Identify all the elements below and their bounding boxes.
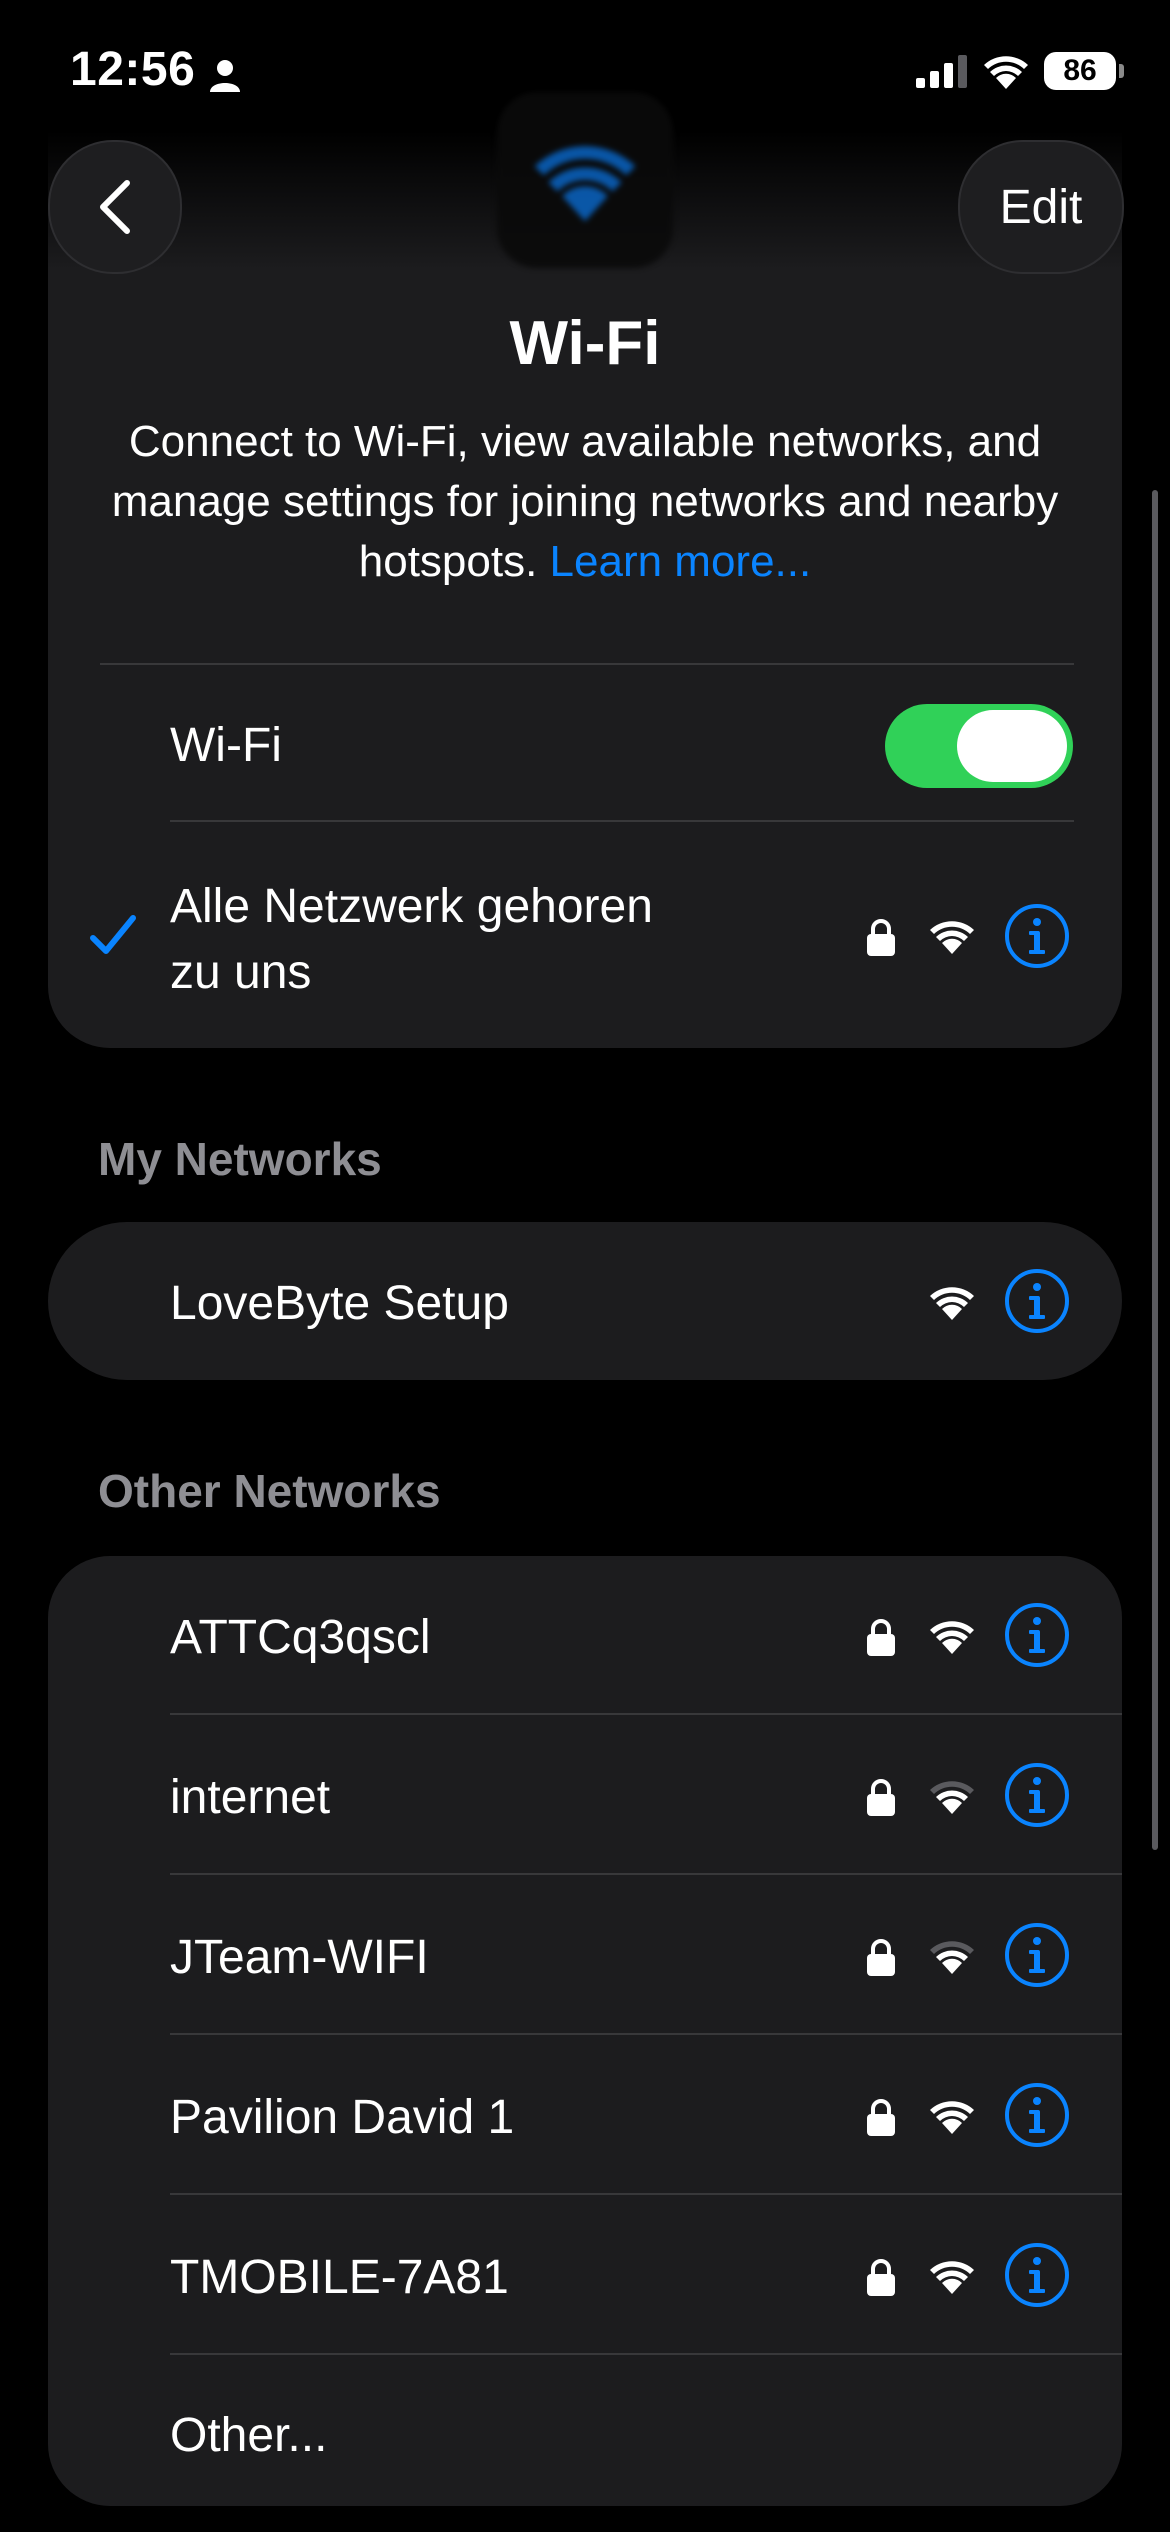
wifi-app-icon bbox=[497, 92, 673, 268]
lock-icon bbox=[867, 1939, 895, 1976]
wifi-signal-icon bbox=[930, 2101, 974, 2134]
person-icon bbox=[210, 60, 240, 92]
back-button[interactable] bbox=[48, 140, 182, 274]
chevron-left-icon bbox=[100, 180, 130, 234]
status-indicators: 86 bbox=[916, 52, 1124, 90]
info-icon[interactable] bbox=[1004, 1762, 1070, 1828]
wifi-status-icon bbox=[984, 56, 1028, 89]
edit-button[interactable]: Edit bbox=[958, 140, 1124, 274]
page-title: Wi-Fi bbox=[509, 309, 661, 378]
wifi-signal-icon bbox=[930, 1941, 974, 1974]
wifi-signal-icon bbox=[930, 1781, 974, 1814]
network-name: ATTCq3qscl bbox=[170, 1611, 431, 1664]
wifi-signal-icon bbox=[930, 1621, 974, 1654]
my-networks-header: My Networks bbox=[98, 1133, 382, 1185]
network-name: Pavilion David 1 bbox=[170, 2091, 515, 2144]
connected-network-name: Alle Netzwerk gehoren zu uns bbox=[170, 874, 653, 1006]
network-name: TMOBILE-7A81 bbox=[170, 2251, 509, 2304]
lock-icon bbox=[867, 1779, 895, 1816]
network-name: JTeam-WIFI bbox=[170, 1931, 429, 1984]
page-description: Connect to Wi-Fi, view available network… bbox=[100, 412, 1070, 592]
info-icon[interactable] bbox=[1004, 1922, 1070, 1988]
scrollbar[interactable] bbox=[1152, 490, 1158, 1850]
connected-network-name-line2: zu uns bbox=[170, 946, 312, 999]
info-icon[interactable] bbox=[1004, 903, 1070, 969]
wifi-signal-icon bbox=[930, 921, 974, 954]
divider bbox=[100, 663, 1074, 665]
lock-icon bbox=[867, 2099, 895, 2136]
info-icon[interactable] bbox=[1004, 1268, 1070, 1334]
info-icon[interactable] bbox=[1004, 1602, 1070, 1668]
info-icon[interactable] bbox=[1004, 2082, 1070, 2148]
other-networks-header: Other Networks bbox=[98, 1465, 441, 1517]
other-network-label: Other... bbox=[170, 2409, 328, 2462]
learn-more-link[interactable]: Learn more... bbox=[550, 537, 812, 586]
lock-icon bbox=[867, 919, 895, 956]
cellular-signal-icon bbox=[916, 55, 967, 88]
connected-network-name-line1: Alle Netzwerk gehoren bbox=[170, 880, 653, 933]
network-name: LoveByte Setup bbox=[170, 1277, 509, 1330]
lock-icon bbox=[867, 2259, 895, 2296]
network-name: internet bbox=[170, 1771, 331, 1824]
checkmark-icon bbox=[90, 915, 136, 954]
battery-indicator: 86 bbox=[1044, 52, 1124, 90]
lock-icon bbox=[867, 1619, 895, 1656]
wifi-toggle[interactable] bbox=[885, 704, 1073, 788]
wifi-signal-icon bbox=[930, 2261, 974, 2294]
wifi-signal-icon bbox=[930, 1287, 974, 1320]
status-time: 12:56 bbox=[70, 43, 196, 96]
wifi-toggle-label: Wi-Fi bbox=[170, 719, 282, 772]
toggle-knob bbox=[957, 710, 1067, 782]
info-icon[interactable] bbox=[1004, 2242, 1070, 2308]
